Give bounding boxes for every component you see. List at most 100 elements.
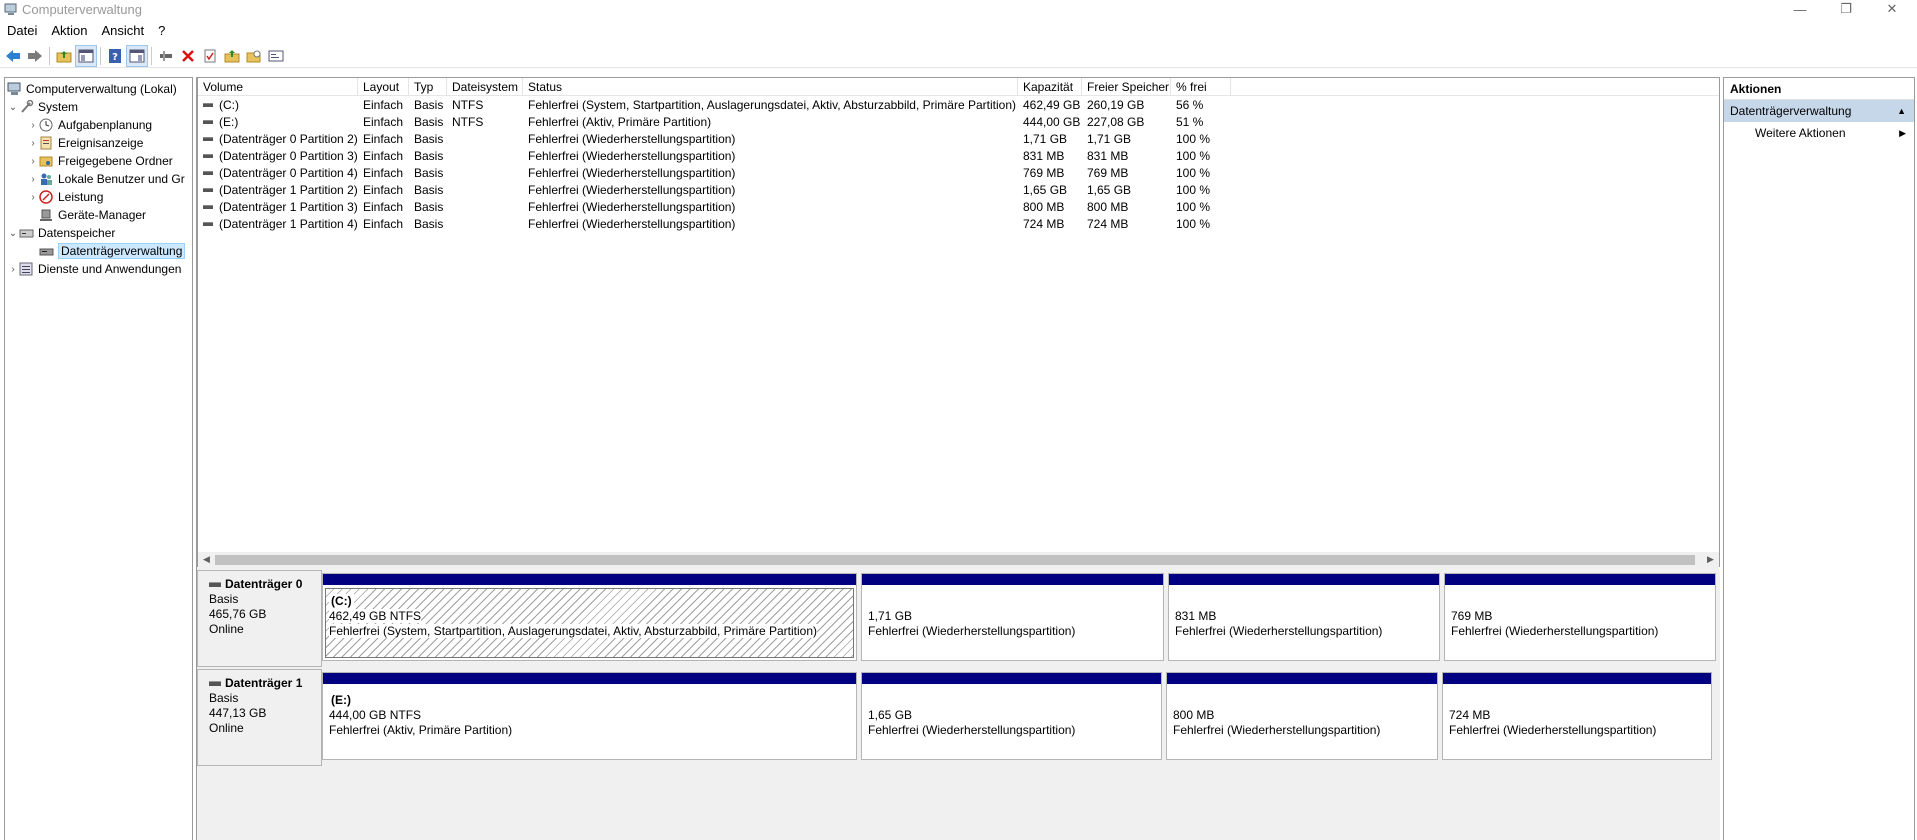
cell-volume: (Datenträger 1 Partition 4) (198, 216, 358, 233)
table-row[interactable]: (Datenträger 0 Partition 4) Einfach Basis F… (198, 165, 1719, 182)
partition-disk0-3[interactable]: 831 MB Fehlerfrei (Wiederherstellungspar… (1168, 573, 1440, 661)
tree-node-leistung[interactable]: › Leistung (27, 188, 103, 206)
table-row[interactable]: (C:) Einfach Basis NTFS Fehlerfrei (System, … (198, 97, 1719, 114)
chevron-right-icon[interactable]: › (27, 192, 39, 203)
table-row[interactable]: (Datenträger 1 Partition 4) Einfach Basis F… (198, 216, 1719, 233)
delete-icon[interactable] (177, 45, 199, 67)
cell-volume: (Datenträger 0 Partition 2) (198, 131, 358, 148)
cell-freier-speicher: 831 MB (1087, 149, 1129, 163)
column-header-typ[interactable]: Typ (409, 78, 447, 96)
actions-section-datentraegerverwaltung[interactable]: Datenträgerverwaltung ▲ (1724, 100, 1914, 122)
chevron-right-icon[interactable]: › (27, 156, 39, 167)
close-button[interactable]: ✕ (1869, 0, 1915, 18)
window-title: Computerverwaltung (22, 2, 142, 17)
scrollbar-thumb[interactable] (215, 555, 1695, 565)
table-row[interactable]: (E:) Einfach Basis NTFS Fehlerfrei (Aktiv, P… (198, 114, 1719, 131)
open-folder-icon[interactable] (243, 45, 265, 67)
cell-typ: Basis (414, 200, 444, 214)
menu-ansicht[interactable]: Ansicht (95, 21, 152, 41)
tree-node-aufgabenplanung[interactable]: › Aufgabenplanung (27, 116, 152, 134)
check-icon[interactable] (199, 45, 221, 67)
forward-icon[interactable] (24, 45, 46, 67)
scroll-left-icon[interactable]: ◀ (198, 552, 215, 567)
menu-help[interactable]: ? (151, 21, 172, 41)
menu-datei[interactable]: Datei (0, 21, 44, 41)
tree-node-lokale-benutzer[interactable]: › Lokale Benutzer und Gr (27, 170, 184, 188)
minimize-button[interactable]: — (1777, 0, 1823, 18)
help-icon[interactable]: ? (104, 45, 126, 67)
partition-disk1-3[interactable]: 800 MB Fehlerfrei (Wiederherstellungspar… (1166, 672, 1438, 760)
cell-prozent-frei: 51 % (1176, 115, 1204, 129)
cell-dateisystem: NTFS (452, 98, 484, 112)
tree-node-dienste[interactable]: › Dienste und Anwendungen (7, 260, 181, 278)
partition-e[interactable]: (E:) 444,00 GB NTFS Fehlerfrei (Aktiv, P… (322, 672, 857, 760)
tree-node-freigegebene-ordner[interactable]: › Freigegebene Ordner (27, 152, 172, 170)
partition-disk1-4[interactable]: 724 MB Fehlerfrei (Wiederherstellungspar… (1442, 672, 1712, 760)
partition-disk0-2[interactable]: 1,71 GB Fehlerfrei (Wiederherstellungspa… (861, 573, 1164, 661)
console-icon[interactable] (265, 45, 287, 67)
chevron-right-icon[interactable]: › (7, 264, 19, 275)
chevron-right-icon[interactable]: › (27, 120, 39, 131)
chevron-right-icon[interactable]: › (27, 174, 39, 185)
chevron-down-icon[interactable]: ⌄ (7, 102, 19, 113)
partition-disk1-2[interactable]: 1,65 GB Fehlerfrei (Wiederherstellungspa… (861, 672, 1162, 760)
column-header-prozent-frei[interactable]: % frei (1171, 78, 1231, 96)
cell-status: Fehlerfrei (Wiederherstellungspartition) (528, 132, 736, 146)
toolbar-separator (49, 46, 50, 65)
table-row[interactable]: (Datenträger 0 Partition 2) Einfach Basis F… (198, 131, 1719, 148)
partition-disk0-4[interactable]: 769 MB Fehlerfrei (Wiederherstellungspar… (1444, 573, 1716, 661)
navigation-tree: Computerverwaltung (Lokal) ⌄ System › Au… (4, 77, 193, 840)
table-row[interactable]: (Datenträger 1 Partition 3) Einfach Basis F… (198, 199, 1719, 216)
column-header-freier-speicher[interactable]: Freier Speicher (1082, 78, 1171, 96)
disk-0-label[interactable]: Datenträger 0 Basis 465,76 GB Online (197, 570, 322, 667)
up-folder-icon[interactable] (53, 45, 75, 67)
chevron-right-icon[interactable]: › (27, 138, 39, 149)
show-hide-tree-icon[interactable] (75, 44, 97, 67)
storage-icon (19, 229, 34, 238)
toolbar-separator (100, 46, 101, 65)
action-weitere-aktionen[interactable]: Weitere Aktionen ▶ (1724, 122, 1914, 144)
volume-icon (203, 153, 213, 158)
properties-view-icon[interactable] (126, 44, 148, 67)
back-icon[interactable] (2, 45, 24, 67)
tree-node-ereignisanzeige[interactable]: › Ereignisanzeige (27, 134, 143, 152)
tree-node-root[interactable]: Computerverwaltung (Lokal) (7, 80, 177, 98)
partition-bar (1167, 673, 1437, 685)
maximize-button[interactable]: ❐ (1823, 0, 1869, 18)
tree-label: System (38, 100, 79, 114)
clock-icon (39, 118, 53, 132)
chevron-up-icon[interactable]: ▲ (1897, 100, 1906, 122)
disk-size: 447,13 GB (209, 706, 267, 720)
volume-list-header: Volume Layout Typ Dateisystem Status Kap… (198, 78, 1719, 96)
table-row[interactable]: (Datenträger 0 Partition 3) Einfach Basis F… (198, 148, 1719, 165)
tree-node-datentraegerverwaltung[interactable]: Datenträgerverwaltung (39, 242, 186, 260)
tree-node-system[interactable]: ⌄ System (7, 98, 78, 116)
column-header-layout[interactable]: Layout (358, 78, 409, 96)
menu-aktion[interactable]: Aktion (44, 21, 94, 41)
tree-node-geraete-manager[interactable]: Geräte-Manager (39, 206, 146, 224)
column-header-volume[interactable]: Volume (198, 78, 358, 96)
cell-dateisystem: NTFS (452, 115, 484, 129)
partition-size: 1,65 GB (868, 708, 913, 722)
horizontal-scrollbar[interactable]: ◀ ▶ (198, 552, 1719, 567)
table-row[interactable]: (Datenträger 1 Partition 2) Einfach Basis F… (198, 182, 1719, 199)
export-icon[interactable] (221, 45, 243, 67)
partition-label: (C:) (329, 594, 354, 609)
scroll-right-icon[interactable]: ▶ (1702, 552, 1719, 567)
tools-icon (21, 100, 34, 113)
disk-name: Datenträger 0 (225, 577, 303, 591)
cell-typ: Basis (414, 217, 444, 231)
cell-freier-speicher: 1,71 GB (1087, 132, 1132, 146)
column-header-kapazitaet[interactable]: Kapazität (1018, 78, 1082, 96)
column-header-status[interactable]: Status (523, 78, 1018, 96)
cell-prozent-frei: 100 % (1176, 217, 1211, 231)
title-bar: Computerverwaltung — ❐ ✕ (0, 0, 1917, 20)
partition-bar (323, 574, 856, 586)
partition-c[interactable]: (C:) 462,49 GB NTFS Fehlerfrei (System, … (322, 573, 857, 661)
connect-icon[interactable] (155, 45, 177, 67)
disk-1-label[interactable]: Datenträger 1 Basis 447,13 GB Online (197, 669, 322, 766)
column-header-dateisystem[interactable]: Dateisystem (447, 78, 523, 96)
tree-node-datenspeicher[interactable]: ⌄ Datenspeicher (7, 224, 116, 242)
cell-volume: (Datenträger 0 Partition 3) (198, 148, 358, 165)
chevron-down-icon[interactable]: ⌄ (7, 228, 19, 239)
